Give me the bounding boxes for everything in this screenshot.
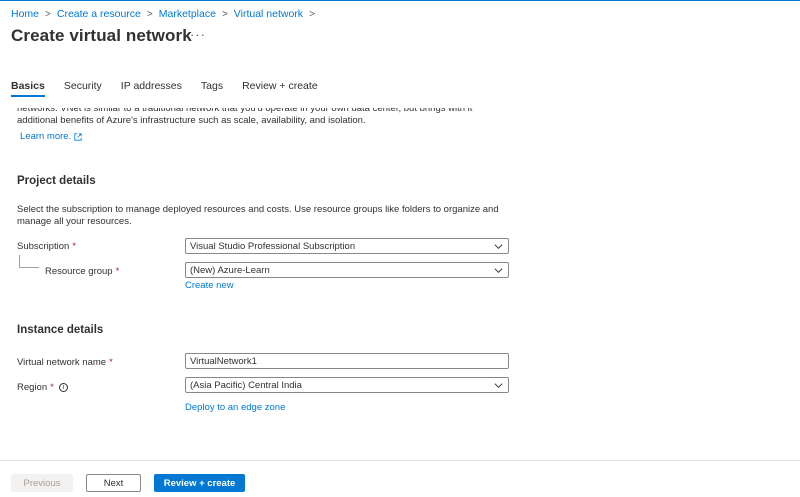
virtual-network-name-value: VirtualNetwork1 <box>190 355 257 367</box>
resource-group-label-text: Resource group <box>45 266 113 277</box>
required-marker: * <box>72 241 76 252</box>
subscription-label-text: Subscription <box>17 241 70 252</box>
footer-bar: Previous Next Review + create <box>0 460 800 497</box>
breadcrumb-separator: > <box>221 8 228 20</box>
breadcrumb: Home > Create a resource > Marketplace >… <box>11 8 321 20</box>
deploy-edge-zone-link[interactable]: Deploy to an edge zone <box>185 402 285 413</box>
required-marker: * <box>50 382 54 393</box>
subscription-value: Visual Studio Professional Subscription <box>190 240 356 252</box>
previous-button[interactable]: Previous <box>11 474 73 492</box>
top-accent-line <box>0 0 800 1</box>
page-title: Create virtual network <box>11 26 192 45</box>
tab-ip-addresses[interactable]: IP addresses <box>121 80 182 97</box>
create-new-link[interactable]: Create new <box>185 280 234 291</box>
breadcrumb-home[interactable]: Home <box>11 8 39 20</box>
virtual-network-name-label-text: Virtual network name <box>17 357 107 368</box>
tab-review-create[interactable]: Review + create <box>242 80 318 97</box>
learn-more-label: Learn more. <box>20 131 72 142</box>
virtual-network-name-input[interactable]: VirtualNetwork1 <box>185 353 509 369</box>
breadcrumb-separator: > <box>309 8 315 20</box>
breadcrumb-separator: > <box>146 8 153 20</box>
required-marker: * <box>115 266 120 277</box>
resource-group-label: Resource group * <box>45 266 119 277</box>
resource-group-select[interactable]: (New) Azure-Learn <box>185 262 509 278</box>
tab-tags[interactable]: Tags <box>201 80 223 97</box>
next-button[interactable]: Next <box>86 474 141 492</box>
chevron-down-icon <box>494 383 503 389</box>
subscription-select[interactable]: Visual Studio Professional Subscription <box>185 238 509 254</box>
external-link-icon <box>74 132 82 141</box>
tab-bar: Basics Security IP addresses Tags Review… <box>11 80 337 97</box>
region-value: (Asia Pacific) Central India <box>190 379 302 391</box>
breadcrumb-virtual-network[interactable]: Virtual network <box>234 8 303 20</box>
chevron-down-icon <box>494 244 503 250</box>
tree-connector <box>19 267 39 268</box>
breadcrumb-marketplace[interactable]: Marketplace <box>159 8 216 20</box>
resource-group-value: (New) Azure-Learn <box>190 264 270 276</box>
review-create-button[interactable]: Review + create <box>154 474 245 492</box>
instance-details-heading: Instance details <box>17 324 104 336</box>
more-options-button[interactable]: ··· <box>190 27 206 42</box>
tab-basics[interactable]: Basics <box>11 80 45 97</box>
region-label: Region * i <box>17 382 68 393</box>
chevron-down-icon <box>494 268 503 274</box>
learn-more-link[interactable]: Learn more. <box>20 131 82 142</box>
form-content[interactable]: networks. VNet is similar to a tradition… <box>0 108 800 460</box>
intro-text: networks. VNet is similar to a tradition… <box>17 108 473 126</box>
project-details-heading: Project details <box>17 175 96 187</box>
region-label-text: Region <box>17 382 48 393</box>
tab-security[interactable]: Security <box>64 80 102 97</box>
breadcrumb-separator: > <box>45 8 51 20</box>
info-icon[interactable]: i <box>58 383 68 392</box>
required-marker: * <box>109 357 113 368</box>
project-details-description: Select the subscription to manage deploy… <box>17 204 499 227</box>
virtual-network-name-label: Virtual network name * <box>17 357 113 368</box>
region-select[interactable]: (Asia Pacific) Central India <box>185 377 509 393</box>
subscription-label: Subscription * <box>17 241 76 252</box>
breadcrumb-create-resource[interactable]: Create a resource <box>57 8 141 20</box>
